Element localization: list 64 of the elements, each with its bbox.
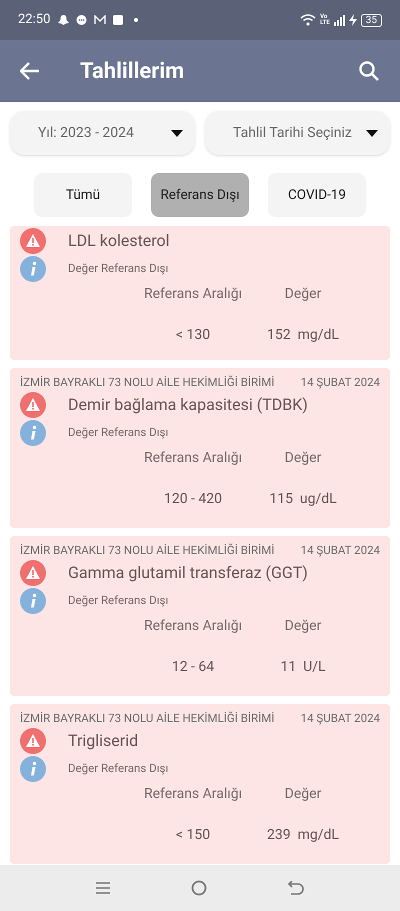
test-name: Trigliserid (68, 730, 138, 752)
result-card[interactable]: İZMİR BAYRAKLI 73 NOLU AİLE HEKİMLİĞİ BİRİMİ 14 ŞUBAT 2024 Demir bağlama kapasitesi (TDBK) Değer Referans Dışı Referans Aralığı Değer 120 - 420 115 ug/dL (10, 368, 390, 528)
range-value: 12 - 64 (170, 658, 216, 677)
range-value: 120 - 420 (162, 490, 224, 509)
info-icon[interactable] (20, 420, 46, 446)
filter-dropdown[interactable]: Yıl: 2023 - 2024 (10, 111, 195, 155)
app-icon (113, 15, 124, 25)
result-value: 152 mg/dL (266, 326, 340, 345)
range-value: < 150 (174, 826, 212, 845)
page-title: Tahlillerim (80, 58, 184, 86)
warning-icon (20, 392, 46, 418)
filter-dropdown[interactable]: Tahlil Tarihi Seçiniz (205, 111, 390, 155)
value-label: Değer (284, 449, 322, 468)
mail-icon (94, 15, 106, 25)
dropdown-caret-icon (366, 130, 378, 136)
result-date: 14 ŞUBAT 2024 (300, 374, 380, 390)
filter-tab[interactable]: Tümü (34, 173, 132, 217)
back-icon[interactable] (287, 881, 305, 895)
result-date: 14 ŞUBAT 2024 (300, 542, 380, 558)
warning-icon (20, 728, 46, 754)
status-text: Değer Referans Dışı (68, 760, 168, 778)
result-value: 239 mg/dL (266, 826, 340, 845)
result-value: 115 ug/dL (268, 490, 338, 509)
range-label: Referans Aralığı (143, 449, 243, 468)
value-label: Değer (284, 617, 322, 636)
range-label: Referans Aralığı (143, 285, 243, 304)
range-value: < 130 (174, 326, 212, 345)
info-icon[interactable] (20, 256, 46, 282)
facility-name: İZMİR BAYRAKLI 73 NOLU AİLE HEKİMLİĞİ BİRİMİ (20, 374, 274, 390)
menu-icon[interactable] (95, 881, 111, 895)
value-label: Değer (284, 285, 322, 304)
warning-icon (20, 560, 46, 586)
search-icon[interactable] (358, 60, 380, 82)
status-text: Değer Referans Dışı (68, 592, 168, 610)
range-label: Referans Aralığı (143, 617, 243, 636)
status-time: 22:50 (18, 11, 50, 30)
result-card[interactable]: İZMİR BAYRAKLI 73 NOLU AİLE HEKİMLİĞİ BİRİMİ 14 ŞUBAT 2024 Trigliserid Değer Referans Dışı Referans Aralığı Değer < 150 239 mg/dL (10, 704, 390, 864)
info-icon[interactable] (20, 756, 46, 782)
facility-name: İZMİR BAYRAKLI 73 NOLU AİLE HEKİMLİĞİ BİRİMİ (20, 710, 274, 726)
range-label: Referans Aralığı (143, 785, 243, 804)
test-name: Gamma glutamil transferaz (GGT) (68, 562, 308, 584)
test-name: Demir bağlama kapasitesi (TDBK) (68, 394, 308, 416)
charging-icon (348, 14, 357, 26)
chat-bubble-icon (76, 14, 88, 26)
result-value: 11 U/L (279, 658, 327, 677)
facility-name: İZMİR BAYRAKLI 73 NOLU AİLE HEKİMLİĞİ BİRİMİ (20, 542, 274, 558)
dot-icon (134, 18, 138, 22)
result-date: 14 ŞUBAT 2024 (300, 710, 380, 726)
battery-level: 35 (360, 14, 382, 26)
value-label: Değer (284, 785, 322, 804)
result-card[interactable]: İZMİR BAYRAKLI 73 NOLU AİLE HEKİMLİĞİ BİRİMİ 14 ŞUBAT 2024 Gamma glutamil transferaz (GGT) Değer Referans Dışı Referans Aralığı Değer 12 - 64 11 U/L (10, 536, 390, 696)
wifi-icon (300, 14, 316, 26)
dropdown-caret-icon (171, 130, 183, 136)
status-text: Değer Referans Dışı (68, 424, 168, 442)
test-name: LDL kolesterol (68, 230, 170, 252)
home-icon[interactable] (191, 880, 207, 896)
warning-icon (20, 228, 46, 254)
result-card[interactable]: LDL kolesterol Değer Referans Dışı Referans Aralığı Değer < 130 152 mg/dL (10, 226, 390, 360)
filter-tab[interactable]: COVID-19 (268, 173, 366, 217)
back-arrow-icon[interactable] (20, 62, 40, 80)
filter-tab[interactable]: Referans Dışı (151, 173, 249, 217)
info-icon[interactable] (20, 588, 46, 614)
signal-icon (334, 14, 345, 26)
status-text: Değer Referans Dışı (68, 260, 168, 278)
